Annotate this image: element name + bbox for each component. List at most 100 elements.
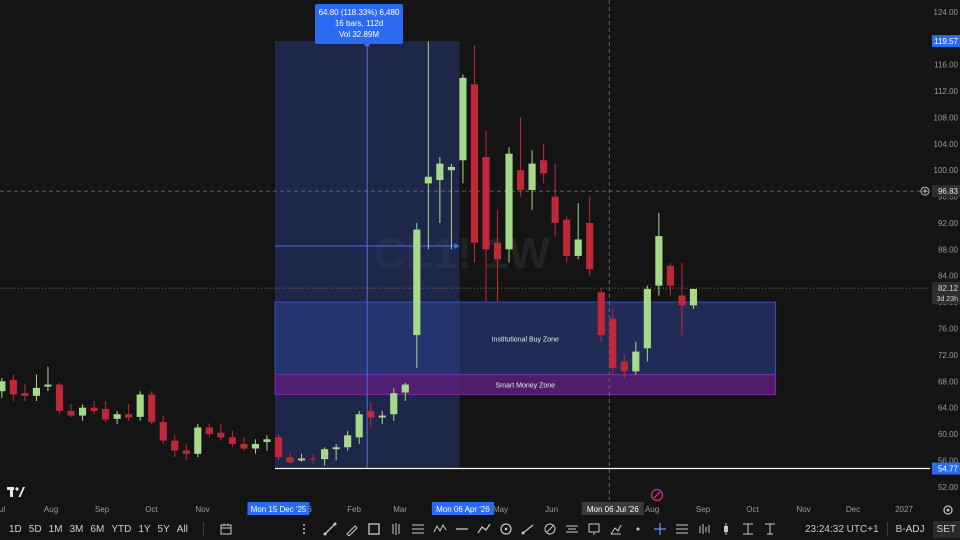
timeframe-6m[interactable]: 6M (90, 524, 104, 535)
candle-body (563, 219, 571, 256)
candle-body (332, 447, 340, 450)
timeframe-1d[interactable]: 1D (9, 524, 22, 535)
candle-body (148, 394, 156, 423)
candle-body (632, 351, 640, 372)
candle-body (67, 410, 75, 416)
candle-body (597, 292, 605, 336)
timeframe-1m[interactable]: 1M (49, 524, 63, 535)
circle-icon[interactable] (498, 521, 513, 536)
candle-body (401, 384, 409, 393)
candle-body (666, 265, 674, 286)
smart-money-zone-label: Smart Money Zone (496, 383, 556, 390)
y-axis-tick-label: 92.00 (938, 219, 959, 228)
rectangle-icon[interactable] (366, 521, 381, 536)
candle-body (9, 379, 17, 395)
pitchfork-icon[interactable] (388, 521, 403, 536)
candle-body (367, 410, 375, 418)
candle-body (470, 84, 479, 243)
ray-icon[interactable] (520, 521, 535, 536)
candle-body (32, 387, 41, 396)
candle-body (378, 415, 386, 418)
candle-body (643, 288, 651, 349)
timeframe-ytd[interactable]: YTD (111, 524, 131, 535)
y-axis-tick-label: 52.00 (938, 483, 959, 492)
range-measure-line-2: 16 bars, 112d (334, 19, 384, 28)
x-axis-tick-label: Sep (95, 505, 110, 514)
crosshair-icon[interactable] (674, 521, 689, 536)
status-area: 23:24:32 UTC+1 B-ADJ SET (805, 518, 960, 540)
candle-body (205, 427, 213, 435)
candle-body (459, 77, 467, 161)
candle-body (689, 288, 698, 306)
toolbar-divider (202, 522, 204, 536)
candle-body (78, 407, 87, 416)
timeframe-5y[interactable]: 5Y (158, 524, 170, 535)
trendline-icon[interactable] (322, 521, 337, 536)
timeframe-all[interactable]: All (177, 524, 188, 535)
candle-body (540, 160, 548, 174)
parallel-channel-icon[interactable] (564, 521, 579, 536)
candle-body (436, 163, 444, 181)
y-axis-tick-label: 64.00 (938, 404, 959, 413)
price-range-icon[interactable] (762, 521, 777, 536)
arrow-icon[interactable] (542, 521, 557, 536)
brush-icon[interactable] (630, 521, 645, 536)
candle-body (194, 427, 202, 454)
back-adjust-toggle[interactable]: B-ADJ (896, 524, 925, 535)
x-axis-tick-label: Sep (696, 505, 711, 514)
range-measure-line-1: 64.80 (118.33%) 6,480 (318, 8, 400, 17)
candle-body (516, 170, 525, 190)
magic-wand-icon[interactable] (650, 488, 664, 507)
pattern-icon[interactable] (432, 521, 447, 536)
drawing-tools (300, 521, 777, 536)
long-position-icon[interactable] (608, 521, 623, 536)
tradingview-logo-icon[interactable] (7, 484, 25, 502)
x-axis-tick-label: Jun (545, 505, 558, 514)
candle-body (0, 381, 6, 392)
candle-body (102, 408, 110, 420)
candle-body (55, 384, 64, 411)
candle-body (551, 196, 559, 223)
high-price-label: 119.57 (934, 37, 958, 46)
support-price-label: 54.77 (938, 465, 959, 474)
crosshair-price-label: 96.83 (938, 187, 959, 196)
price-chart[interactable]: CL1! 1WInstitutional Buy ZoneSmart Money… (0, 0, 960, 540)
projection-icon[interactable] (740, 521, 755, 536)
candle-body (505, 153, 513, 250)
candle-body (309, 458, 317, 460)
y-axis-tick-label: 104.00 (934, 140, 959, 149)
x-axis-tick-label: Oct (746, 505, 759, 514)
candle-body (217, 432, 225, 438)
candle-body (44, 384, 52, 387)
x-axis-date-badge-label: Mon 06 Apr '26 (436, 505, 490, 514)
settlement-toggle[interactable]: SET (932, 520, 960, 538)
dot-icon[interactable] (652, 521, 667, 536)
candle-body (297, 458, 306, 461)
pencil-icon[interactable] (344, 521, 359, 536)
path-icon[interactable] (476, 521, 491, 536)
timeframe-1y[interactable]: 1Y (138, 524, 150, 535)
candle-body (136, 394, 144, 417)
y-axis-tick-label: 116.00 (934, 61, 958, 70)
horizontal-line-icon[interactable] (454, 521, 469, 536)
x-axis-tick-label: Nov (796, 505, 810, 514)
fib-icon[interactable] (410, 521, 425, 536)
text-icon[interactable] (586, 521, 601, 536)
bars-pattern-icon[interactable] (718, 521, 733, 536)
x-axis-tick-label: Jul (0, 505, 5, 514)
candle-body (609, 318, 617, 369)
bar-countdown-label: 3d 23h (937, 296, 959, 303)
calendar-goto-icon[interactable] (219, 522, 234, 537)
candle-body (482, 156, 490, 250)
stepper-icon[interactable] (300, 521, 315, 536)
range-measure-label: 64.80 (118.33%) 6,480 16 bars, 112d Vol … (315, 4, 403, 44)
candle-body (286, 457, 294, 463)
timeframe-5d[interactable]: 5D (29, 524, 42, 535)
x-axis-tick-label: Oct (145, 505, 158, 514)
regression-icon[interactable] (696, 521, 711, 536)
clock-timezone[interactable]: 23:24:32 UTC+1 (805, 524, 879, 535)
timeframe-selector: 1D 5D 1M 3M 6M YTD 1Y 5Y All (0, 522, 234, 537)
y-axis-tick-label: 68.00 (938, 377, 959, 386)
candle-body (413, 229, 421, 336)
timeframe-3m[interactable]: 3M (70, 524, 84, 535)
